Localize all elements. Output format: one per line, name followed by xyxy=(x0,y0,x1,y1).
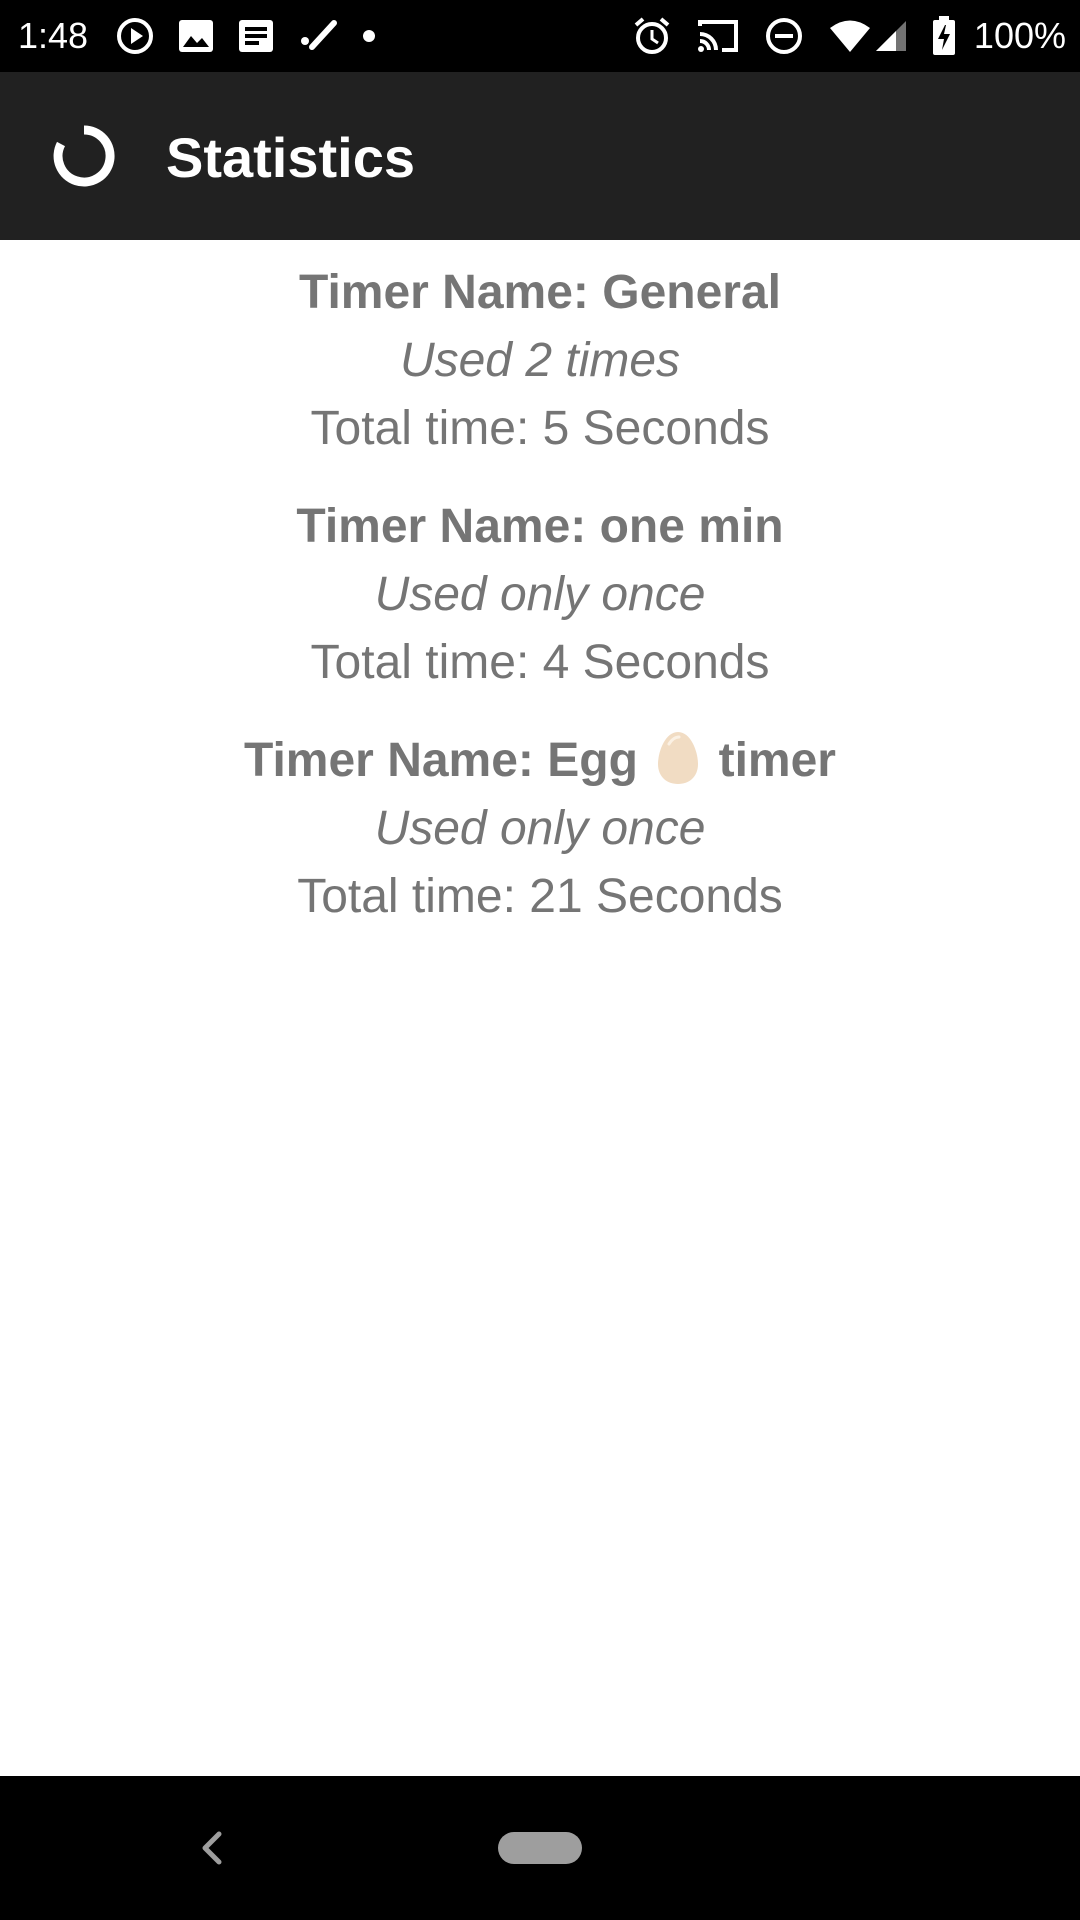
statistics-list: Timer Name: General Used 2 times Total t… xyxy=(0,240,1080,1776)
timer-total-time: Total time: 21 Seconds xyxy=(297,870,783,923)
timer-name: Timer Name: one min xyxy=(296,500,784,553)
edit-icon xyxy=(298,19,338,53)
status-time: 1:48 xyxy=(18,15,89,56)
back-chevron-icon[interactable] xyxy=(180,1816,244,1880)
system-icons: 100% xyxy=(608,14,1066,58)
loading-ring-icon xyxy=(52,124,116,188)
alarm-icon xyxy=(632,16,672,56)
page-title: Statistics xyxy=(166,126,415,189)
egg-icon xyxy=(657,730,699,786)
do-not-disturb-icon xyxy=(764,16,804,56)
timer-name: Timer Name: General xyxy=(299,266,781,319)
navigation-bar xyxy=(0,1776,1080,1920)
timer-usage: Used only once xyxy=(374,568,706,621)
wifi-icon xyxy=(828,19,908,53)
timer-usage: Used 2 times xyxy=(399,334,681,387)
status-bar: 1:48 100% xyxy=(0,0,1080,72)
cast-icon xyxy=(696,18,740,54)
dot-icon xyxy=(362,29,376,43)
home-pill-icon[interactable] xyxy=(498,1832,582,1864)
timer-usage: Used only once xyxy=(374,802,706,855)
notification-icons xyxy=(116,16,400,56)
timer-name: Timer Name: Egg timer xyxy=(0,727,1080,795)
signal-icon xyxy=(875,21,906,51)
list-item: Timer Name: General Used 2 times Total t… xyxy=(0,259,1080,463)
message-icon xyxy=(238,19,274,53)
list-item: Timer Name: Egg timer Used only once Tot… xyxy=(0,727,1080,931)
play-circle-icon xyxy=(116,17,154,55)
image-icon xyxy=(178,19,214,53)
timer-name-suffix: timer xyxy=(718,734,836,787)
timer-total-time: Total time: 5 Seconds xyxy=(310,402,770,455)
timer-total-time: Total time: 4 Seconds xyxy=(310,636,770,689)
timer-name-prefix: Timer Name: Egg xyxy=(244,734,638,787)
app-bar: Statistics xyxy=(0,72,1080,240)
battery-charging-icon xyxy=(932,16,956,56)
battery-percentage: 100% xyxy=(973,15,1066,56)
list-item: Timer Name: one min Used only once Total… xyxy=(0,493,1080,697)
